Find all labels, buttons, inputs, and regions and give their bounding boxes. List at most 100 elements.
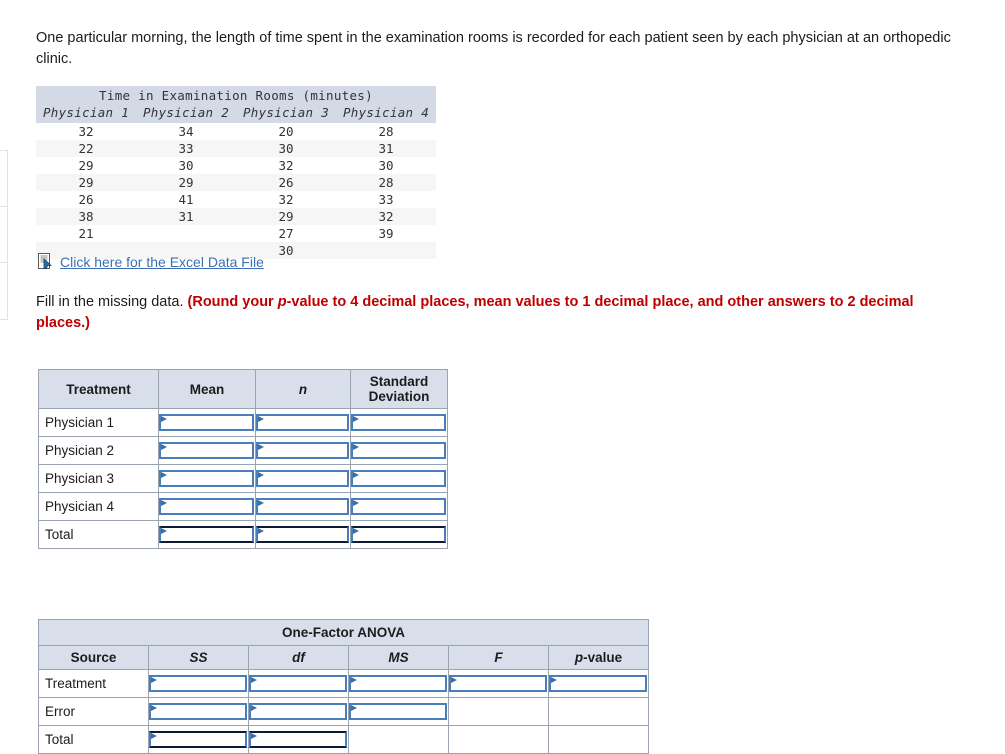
cell-ss-error[interactable] (148, 697, 249, 726)
data-cell (336, 242, 436, 259)
cell-df-error[interactable] (248, 697, 349, 726)
data-cell: 28 (336, 174, 436, 191)
input-n-physician-3[interactable] (256, 470, 349, 487)
header-source: Source (38, 645, 149, 670)
header-ms: MS (348, 645, 449, 670)
input-df-error[interactable] (249, 703, 347, 720)
cell-ms-total-empty (348, 725, 449, 754)
cell-ms-treatment[interactable] (348, 669, 449, 698)
data-cell: 33 (336, 191, 436, 208)
input-n-physician-4[interactable] (256, 498, 349, 515)
input-ss-treatment[interactable] (149, 675, 247, 692)
cell-sd-physician-2[interactable] (350, 436, 448, 465)
header-p-value: p-value (547, 645, 650, 670)
table-row: Total (38, 520, 448, 549)
table-row: 21 27 39 (36, 225, 436, 242)
data-cell: 33 (136, 140, 236, 157)
input-ms-error[interactable] (349, 703, 447, 720)
data-cell: 32 (36, 123, 136, 140)
table-row: Error (38, 697, 650, 726)
excel-data-file-link-row[interactable]: Click here for the Excel Data File (36, 252, 264, 272)
table-row: 38 31 29 32 (36, 208, 436, 225)
input-ss-error[interactable] (149, 703, 247, 720)
row-label-total: Total (38, 520, 159, 549)
input-sd-physician-3[interactable] (351, 470, 446, 487)
input-df-treatment[interactable] (249, 675, 347, 692)
cell-df-total[interactable] (248, 725, 349, 754)
row-label-total: Total (38, 725, 149, 754)
instruction-plain-text: Fill in the missing data. (36, 294, 188, 310)
input-n-total[interactable] (256, 526, 349, 543)
data-cell: 38 (36, 208, 136, 225)
input-mean-physician-2[interactable] (159, 442, 254, 459)
treatment-table-header-row: Treatment Mean n Standard Deviation (38, 369, 448, 409)
offscreen-panel-divider (0, 151, 7, 207)
cell-mean-physician-2[interactable] (158, 436, 256, 465)
row-label-physician-2: Physician 2 (38, 436, 159, 465)
input-n-physician-1[interactable] (256, 414, 349, 431)
header-mean: Mean (158, 369, 256, 409)
data-col-header-physician-3: Physician 3 (236, 104, 336, 123)
cell-ms-error[interactable] (348, 697, 449, 726)
input-df-total[interactable] (249, 731, 347, 748)
input-sd-total[interactable] (351, 526, 446, 543)
cell-n-physician-2[interactable] (255, 436, 351, 465)
data-cell: 30 (136, 157, 236, 174)
row-label-treatment: Treatment (38, 669, 149, 698)
input-ms-treatment[interactable] (349, 675, 447, 692)
input-sd-physician-4[interactable] (351, 498, 446, 515)
cell-ss-treatment[interactable] (148, 669, 249, 698)
data-cell: 20 (236, 123, 336, 140)
cell-n-physician-1[interactable] (255, 408, 351, 437)
cell-f-total-empty (448, 725, 549, 754)
header-p-symbol: p (574, 650, 584, 665)
table-row: Total (38, 725, 650, 754)
data-cell: 34 (136, 123, 236, 140)
excel-document-icon (38, 253, 53, 269)
cell-mean-physician-4[interactable] (158, 492, 256, 521)
input-sd-physician-2[interactable] (351, 442, 446, 459)
cell-mean-physician-1[interactable] (158, 408, 256, 437)
input-n-physician-2[interactable] (256, 442, 349, 459)
input-mean-physician-4[interactable] (159, 498, 254, 515)
data-col-header-physician-1: Physician 1 (36, 104, 136, 123)
offscreen-panel-divider (0, 263, 7, 319)
cell-sd-total[interactable] (350, 520, 448, 549)
data-cell: 31 (336, 140, 436, 157)
cell-mean-total[interactable] (158, 520, 256, 549)
input-mean-physician-3[interactable] (159, 470, 254, 487)
input-mean-total[interactable] (159, 526, 254, 543)
input-pvalue-treatment[interactable] (549, 675, 648, 692)
row-label-physician-4: Physician 4 (38, 492, 159, 521)
data-table-title-row: Time in Examination Rooms (minutes) (36, 86, 436, 104)
input-f-treatment[interactable] (449, 675, 547, 692)
cell-sd-physician-4[interactable] (350, 492, 448, 521)
cell-n-physician-3[interactable] (255, 464, 351, 493)
row-label-physician-3: Physician 3 (38, 464, 159, 493)
header-df: df (248, 645, 349, 670)
treatment-table-body: Physician 1 Physician 2 Physician 3 Phys… (38, 408, 448, 549)
cell-df-treatment[interactable] (248, 669, 349, 698)
anova-table: One-Factor ANOVA Source SS df MS F p-val… (37, 619, 650, 754)
data-cell: 32 (336, 208, 436, 225)
data-cell: 32 (236, 157, 336, 174)
input-ss-total[interactable] (149, 731, 247, 748)
input-mean-physician-1[interactable] (159, 414, 254, 431)
cell-n-physician-4[interactable] (255, 492, 351, 521)
table-row: 32 34 20 28 (36, 123, 436, 140)
table-row: Physician 2 (38, 436, 448, 465)
cell-mean-physician-3[interactable] (158, 464, 256, 493)
cell-ss-total[interactable] (148, 725, 249, 754)
excel-data-file-link[interactable]: Click here for the Excel Data File (60, 254, 264, 270)
data-table-header-row: Physician 1 Physician 2 Physician 3 Phys… (36, 104, 436, 123)
data-cell: 21 (36, 225, 136, 242)
data-cell: 29 (136, 174, 236, 191)
cell-sd-physician-3[interactable] (350, 464, 448, 493)
cell-n-total[interactable] (255, 520, 351, 549)
cell-sd-physician-1[interactable] (350, 408, 448, 437)
header-treatment: Treatment (38, 369, 159, 409)
instruction-p-symbol: p (277, 294, 287, 310)
cell-pvalue-treatment[interactable] (547, 669, 650, 698)
cell-f-treatment[interactable] (448, 669, 549, 698)
input-sd-physician-1[interactable] (351, 414, 446, 431)
